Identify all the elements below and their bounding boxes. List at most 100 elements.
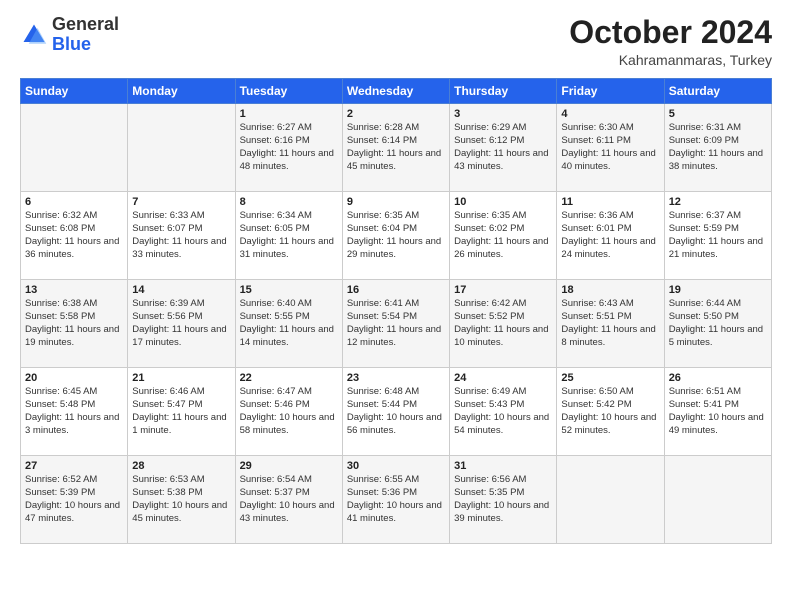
cell-content: Sunrise: 6:27 AMSunset: 6:16 PMDaylight:… bbox=[240, 122, 338, 173]
day-number: 19 bbox=[669, 284, 767, 296]
cell-content: Sunrise: 6:46 AMSunset: 5:47 PMDaylight:… bbox=[132, 386, 230, 437]
day-cell: 25Sunrise: 6:50 AMSunset: 5:42 PMDayligh… bbox=[557, 368, 664, 456]
day-cell: 15 Sunrise: 6:40 AMSunset: 5:55 PMDayligh… bbox=[235, 280, 342, 368]
day-number: 5 bbox=[669, 108, 767, 120]
week-row-2: 13 Sunrise: 6:38 AMSunset: 5:58 PMDayligh… bbox=[21, 280, 772, 368]
cell-content: Sunrise: 6:51 AMSunset: 5:41 PMDaylight:… bbox=[669, 386, 767, 437]
cell-content: Sunrise: 6:41 AMSunset: 5:54 PMDaylight:… bbox=[347, 298, 445, 349]
day-number: 23 bbox=[347, 372, 445, 384]
col-header-wednesday: Wednesday bbox=[342, 79, 449, 104]
day-cell: 31 Sunrise: 6:56 AMSunset: 5:35 PMDayligh… bbox=[450, 456, 557, 544]
cell-content: Sunrise: 6:30 AMSunset: 6:11 PMDaylight:… bbox=[561, 122, 659, 173]
day-cell: 24 Sunrise: 6:49 AMSunset: 5:43 PMDayligh… bbox=[450, 368, 557, 456]
logo-general: General bbox=[52, 14, 119, 34]
cell-content: Sunrise: 6:52 AMSunset: 5:39 PMDaylight:… bbox=[25, 474, 123, 525]
day-number: 13 bbox=[25, 284, 123, 296]
day-cell: 22Sunrise: 6:47 AMSunset: 5:46 PMDayligh… bbox=[235, 368, 342, 456]
day-number: 26 bbox=[669, 372, 767, 384]
day-number: 7 bbox=[132, 196, 230, 208]
day-number: 24 bbox=[454, 372, 552, 384]
cell-content: Sunrise: 6:33 AMSunset: 6:07 PMDaylight:… bbox=[132, 210, 230, 261]
day-number: 30 bbox=[347, 460, 445, 472]
day-cell: 26 Sunrise: 6:51 AMSunset: 5:41 PMDayligh… bbox=[664, 368, 771, 456]
cell-content: Sunrise: 6:35 AMSunset: 6:02 PMDaylight:… bbox=[454, 210, 552, 261]
cell-content: Sunrise: 6:53 AMSunset: 5:38 PMDaylight:… bbox=[132, 474, 230, 525]
logo: General Blue bbox=[20, 15, 119, 55]
col-header-sunday: Sunday bbox=[21, 79, 128, 104]
day-cell: 8 Sunrise: 6:34 AMSunset: 6:05 PMDaylight… bbox=[235, 192, 342, 280]
day-number: 8 bbox=[240, 196, 338, 208]
day-number: 14 bbox=[132, 284, 230, 296]
header-row: SundayMondayTuesdayWednesdayThursdayFrid… bbox=[21, 79, 772, 104]
week-row-0: 1 Sunrise: 6:27 AMSunset: 6:16 PMDaylight… bbox=[21, 104, 772, 192]
day-cell: 4Sunrise: 6:30 AMSunset: 6:11 PMDaylight… bbox=[557, 104, 664, 192]
logo-blue: Blue bbox=[52, 34, 91, 54]
cell-content: Sunrise: 6:39 AMSunset: 5:56 PMDaylight:… bbox=[132, 298, 230, 349]
day-number: 12 bbox=[669, 196, 767, 208]
day-cell: 20Sunrise: 6:45 AMSunset: 5:48 PMDayligh… bbox=[21, 368, 128, 456]
day-cell: 18 Sunrise: 6:43 AMSunset: 5:51 PMDayligh… bbox=[557, 280, 664, 368]
cell-content: Sunrise: 6:29 AMSunset: 6:12 PMDaylight:… bbox=[454, 122, 552, 173]
day-cell: 3 Sunrise: 6:29 AMSunset: 6:12 PMDaylight… bbox=[450, 104, 557, 192]
day-cell: 16 Sunrise: 6:41 AMSunset: 5:54 PMDayligh… bbox=[342, 280, 449, 368]
cell-content: Sunrise: 6:44 AMSunset: 5:50 PMDaylight:… bbox=[669, 298, 767, 349]
cell-content: Sunrise: 6:45 AMSunset: 5:48 PMDaylight:… bbox=[25, 386, 123, 437]
cell-content: Sunrise: 6:49 AMSunset: 5:43 PMDaylight:… bbox=[454, 386, 552, 437]
cell-content: Sunrise: 6:55 AMSunset: 5:36 PMDaylight:… bbox=[347, 474, 445, 525]
day-cell: 21Sunrise: 6:46 AMSunset: 5:47 PMDayligh… bbox=[128, 368, 235, 456]
day-number: 22 bbox=[240, 372, 338, 384]
day-cell: 23 Sunrise: 6:48 AMSunset: 5:44 PMDayligh… bbox=[342, 368, 449, 456]
day-number: 16 bbox=[347, 284, 445, 296]
cell-content: Sunrise: 6:35 AMSunset: 6:04 PMDaylight:… bbox=[347, 210, 445, 261]
day-cell: 10 Sunrise: 6:35 AMSunset: 6:02 PMDayligh… bbox=[450, 192, 557, 280]
day-number: 6 bbox=[25, 196, 123, 208]
day-cell bbox=[664, 456, 771, 544]
cell-content: Sunrise: 6:40 AMSunset: 5:55 PMDaylight:… bbox=[240, 298, 338, 349]
cell-content: Sunrise: 6:56 AMSunset: 5:35 PMDaylight:… bbox=[454, 474, 552, 525]
day-cell: 14 Sunrise: 6:39 AMSunset: 5:56 PMDayligh… bbox=[128, 280, 235, 368]
week-row-1: 6Sunrise: 6:32 AMSunset: 6:08 PMDaylight… bbox=[21, 192, 772, 280]
day-cell bbox=[128, 104, 235, 192]
cell-content: Sunrise: 6:54 AMSunset: 5:37 PMDaylight:… bbox=[240, 474, 338, 525]
day-cell bbox=[557, 456, 664, 544]
cell-content: Sunrise: 6:38 AMSunset: 5:58 PMDaylight:… bbox=[25, 298, 123, 349]
day-cell: 2Sunrise: 6:28 AMSunset: 6:14 PMDaylight… bbox=[342, 104, 449, 192]
cell-content: Sunrise: 6:37 AMSunset: 5:59 PMDaylight:… bbox=[669, 210, 767, 261]
day-cell: 9Sunrise: 6:35 AMSunset: 6:04 PMDaylight… bbox=[342, 192, 449, 280]
calendar-table: SundayMondayTuesdayWednesdayThursdayFrid… bbox=[20, 78, 772, 544]
day-number: 10 bbox=[454, 196, 552, 208]
day-number: 15 bbox=[240, 284, 338, 296]
day-cell: 28 Sunrise: 6:53 AMSunset: 5:38 PMDayligh… bbox=[128, 456, 235, 544]
day-cell: 29Sunrise: 6:54 AMSunset: 5:37 PMDayligh… bbox=[235, 456, 342, 544]
page: General Blue October 2024 Kahramanmaras,… bbox=[0, 0, 792, 612]
day-number: 31 bbox=[454, 460, 552, 472]
cell-content: Sunrise: 6:34 AMSunset: 6:05 PMDaylight:… bbox=[240, 210, 338, 261]
col-header-thursday: Thursday bbox=[450, 79, 557, 104]
month-title: October 2024 bbox=[569, 15, 772, 50]
header: General Blue October 2024 Kahramanmaras,… bbox=[20, 15, 772, 68]
day-cell: 5Sunrise: 6:31 AMSunset: 6:09 PMDaylight… bbox=[664, 104, 771, 192]
day-cell: 7 Sunrise: 6:33 AMSunset: 6:07 PMDaylight… bbox=[128, 192, 235, 280]
day-number: 28 bbox=[132, 460, 230, 472]
week-row-4: 27 Sunrise: 6:52 AMSunset: 5:39 PMDayligh… bbox=[21, 456, 772, 544]
cell-content: Sunrise: 6:48 AMSunset: 5:44 PMDaylight:… bbox=[347, 386, 445, 437]
col-header-friday: Friday bbox=[557, 79, 664, 104]
day-cell: 6Sunrise: 6:32 AMSunset: 6:08 PMDaylight… bbox=[21, 192, 128, 280]
col-header-saturday: Saturday bbox=[664, 79, 771, 104]
day-number: 3 bbox=[454, 108, 552, 120]
day-number: 1 bbox=[240, 108, 338, 120]
day-number: 11 bbox=[561, 196, 659, 208]
cell-content: Sunrise: 6:28 AMSunset: 6:14 PMDaylight:… bbox=[347, 122, 445, 173]
day-cell: 11 Sunrise: 6:36 AMSunset: 6:01 PMDayligh… bbox=[557, 192, 664, 280]
day-number: 18 bbox=[561, 284, 659, 296]
day-number: 27 bbox=[25, 460, 123, 472]
day-cell: 27 Sunrise: 6:52 AMSunset: 5:39 PMDayligh… bbox=[21, 456, 128, 544]
day-cell bbox=[21, 104, 128, 192]
cell-content: Sunrise: 6:36 AMSunset: 6:01 PMDaylight:… bbox=[561, 210, 659, 261]
title-block: October 2024 Kahramanmaras, Turkey bbox=[569, 15, 772, 68]
day-cell: 1 Sunrise: 6:27 AMSunset: 6:16 PMDaylight… bbox=[235, 104, 342, 192]
day-cell: 19 Sunrise: 6:44 AMSunset: 5:50 PMDayligh… bbox=[664, 280, 771, 368]
day-number: 25 bbox=[561, 372, 659, 384]
day-cell: 30 Sunrise: 6:55 AMSunset: 5:36 PMDayligh… bbox=[342, 456, 449, 544]
cell-content: Sunrise: 6:43 AMSunset: 5:51 PMDaylight:… bbox=[561, 298, 659, 349]
